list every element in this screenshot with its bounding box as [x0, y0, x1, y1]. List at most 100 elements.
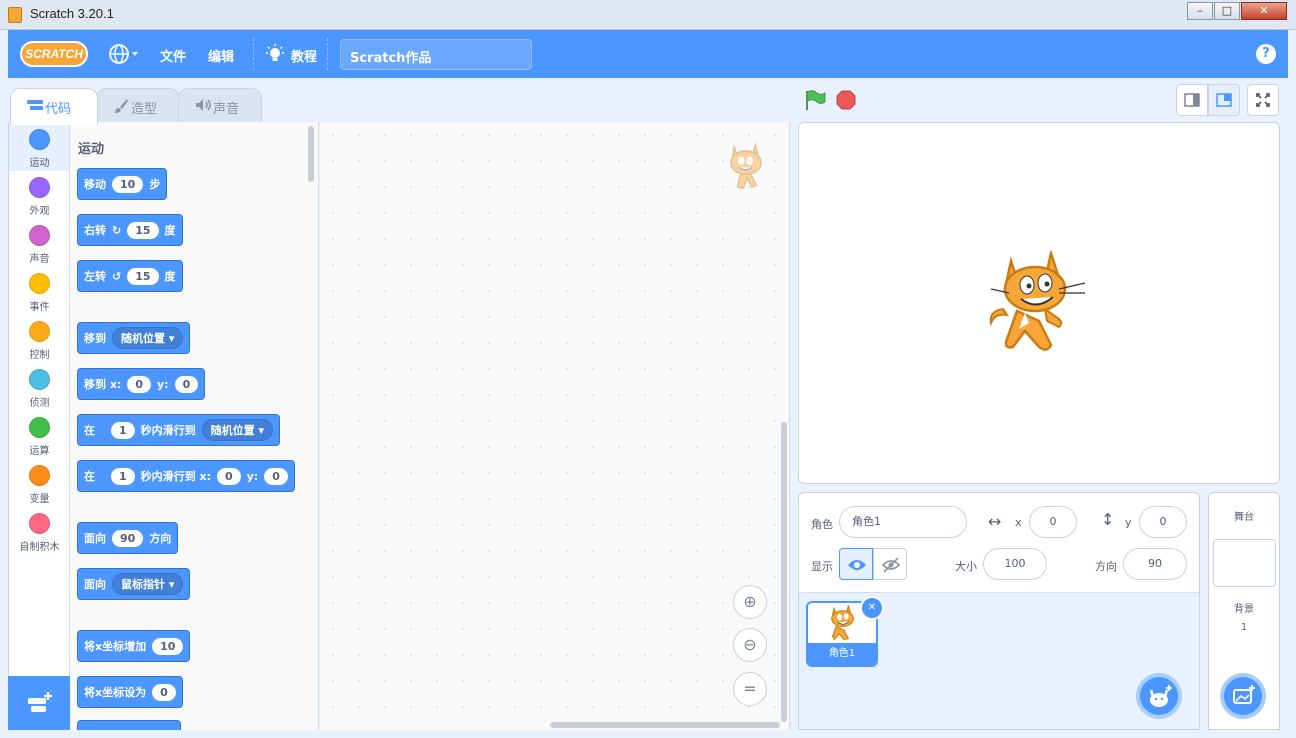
block-point-direction[interactable]: 面向 90 方向: [77, 522, 179, 554]
zoom-out-button[interactable]: ⊖: [733, 628, 767, 662]
block-input[interactable]: 15: [127, 267, 159, 285]
block-set-x[interactable]: 将x坐标设为 0: [77, 676, 183, 708]
tab-costumes[interactable]: 造型: [96, 88, 180, 124]
block-glide-to[interactable]: 在 1 秒内滑行到 随机位置 ▾: [77, 414, 281, 446]
zoom-reset-button[interactable]: =: [733, 672, 767, 706]
workspace-horizontal-scrollbar[interactable]: [550, 722, 780, 728]
block-dropdown[interactable]: 随机位置 ▾: [112, 327, 184, 349]
caret-down-icon: ▾: [258, 424, 265, 437]
block-input[interactable]: 15: [127, 221, 159, 239]
category-5[interactable]: 侦测: [9, 363, 70, 409]
edit-menu[interactable]: 编辑: [208, 46, 234, 65]
stop-button[interactable]: [836, 90, 856, 110]
dropdown-value: 随机位置: [210, 424, 255, 437]
language-menu[interactable]: [108, 42, 140, 66]
category-6[interactable]: 运算: [9, 411, 70, 457]
add-extension-button[interactable]: [8, 676, 70, 730]
category-0[interactable]: 运动: [9, 123, 70, 169]
category-4[interactable]: 控制: [9, 315, 70, 361]
size-input[interactable]: 100: [983, 548, 1047, 580]
block-text: 面向: [84, 578, 106, 591]
category-color-dot: [29, 177, 50, 198]
add-extension-icon: [28, 692, 52, 712]
tab-sounds[interactable]: 声音: [178, 88, 262, 124]
block-input[interactable]: 1: [111, 467, 135, 485]
show-sprite-button[interactable]: [839, 548, 873, 580]
backdrop-label: 背景: [1234, 604, 1254, 615]
sprite-name-label: 角色: [811, 518, 833, 531]
rotate-left-icon: ↺: [112, 269, 122, 283]
block-text: 方向: [149, 532, 172, 545]
large-stage-button[interactable]: [1208, 84, 1240, 116]
hide-sprite-button[interactable]: [873, 548, 907, 580]
block-turn-right[interactable]: 右转 ↻ 15 度: [77, 214, 183, 246]
block-partial[interactable]: [77, 720, 181, 730]
cat-sprite[interactable]: [989, 248, 1089, 357]
x-position-input[interactable]: 0: [1029, 506, 1077, 538]
tab-code[interactable]: 代码: [10, 88, 98, 125]
block-goto-xy[interactable]: 移到 x: 0 y: 0: [77, 368, 206, 400]
block-change-x[interactable]: 将x坐标增加 10: [77, 630, 191, 662]
globe-icon: [109, 44, 138, 64]
block-move-steps[interactable]: 移动 10 步: [77, 168, 168, 200]
project-title-input[interactable]: Scratch作品: [340, 39, 532, 70]
category-2[interactable]: 声音: [9, 219, 70, 265]
maximize-button[interactable]: □: [1214, 2, 1240, 20]
backdrop-thumbnail[interactable]: [1213, 539, 1276, 587]
block-input[interactable]: 0: [152, 683, 176, 701]
fullscreen-button[interactable]: [1247, 84, 1279, 116]
trash-icon: ✕: [867, 602, 877, 613]
minimize-button[interactable]: –: [1187, 2, 1213, 20]
workspace-vertical-scrollbar[interactable]: [781, 422, 787, 722]
category-3[interactable]: 事件: [9, 267, 70, 313]
block-input[interactable]: 90: [112, 529, 144, 547]
category-8[interactable]: 自制积木: [9, 507, 70, 553]
block-turn-left[interactable]: 左转 ↺ 15 度: [77, 260, 183, 292]
category-1[interactable]: 外观: [9, 171, 70, 217]
scratch-logo[interactable]: SCRATCH: [20, 41, 88, 67]
block-input[interactable]: 0: [127, 375, 151, 393]
delete-sprite-button[interactable]: ✕: [860, 596, 884, 620]
dropdown-value: 鼠标指针: [121, 578, 165, 591]
block-dropdown[interactable]: 鼠标指针 ▾: [112, 573, 184, 595]
block-input[interactable]: 10: [152, 637, 184, 655]
block-glide-xy[interactable]: 在 1 秒内滑行到 x: 0 y: 0: [77, 460, 295, 492]
block-input[interactable]: 0: [216, 467, 241, 485]
block-input[interactable]: 10: [112, 175, 144, 193]
small-stage-button[interactable]: [1176, 84, 1208, 116]
block-text: 度: [164, 224, 176, 237]
direction-input[interactable]: 90: [1123, 548, 1187, 580]
stage-canvas[interactable]: [798, 122, 1280, 484]
direction-label: 方向: [1095, 560, 1117, 573]
eye-icon: [848, 560, 866, 570]
block-text: 秒内滑行到 x:: [140, 470, 211, 483]
block-input[interactable]: 0: [264, 467, 288, 485]
block-dropdown[interactable]: 随机位置 ▾: [201, 419, 274, 441]
tutorials-menu[interactable]: 教程: [291, 46, 317, 65]
zoom-in-button[interactable]: ⊕: [733, 585, 767, 619]
category-7[interactable]: 变量: [9, 459, 70, 505]
sprite-name-input[interactable]: 角色1: [839, 506, 967, 538]
block-goto[interactable]: 移到 随机位置 ▾: [77, 322, 191, 354]
tutorials-icon[interactable]: [264, 44, 286, 66]
category-label: 控制: [29, 350, 50, 361]
block-text: 左转: [84, 270, 106, 283]
block-input[interactable]: 0: [174, 375, 199, 393]
brush-icon: [113, 98, 129, 118]
block-point-towards[interactable]: 面向 鼠标指针 ▾: [77, 568, 191, 600]
close-button[interactable]: ✕: [1241, 2, 1287, 20]
category-label: 变量: [29, 494, 50, 505]
palette-category-heading: 运动: [78, 142, 105, 157]
category-label: 运动: [29, 158, 50, 169]
y-position-input[interactable]: 0: [1139, 506, 1187, 538]
block-text: 将x坐标增加: [84, 640, 147, 653]
choose-sprite-button[interactable]: [1136, 673, 1182, 719]
green-flag-button[interactable]: [804, 90, 826, 110]
script-workspace[interactable]: [320, 122, 790, 730]
block-input[interactable]: 1: [111, 421, 135, 439]
help-button[interactable]: ?: [1256, 44, 1276, 64]
choose-backdrop-button[interactable]: [1220, 673, 1266, 719]
palette-scrollbar[interactable]: [308, 126, 314, 182]
file-menu[interactable]: 文件: [160, 46, 186, 65]
zoom-in-icon: ⊕: [743, 592, 757, 611]
